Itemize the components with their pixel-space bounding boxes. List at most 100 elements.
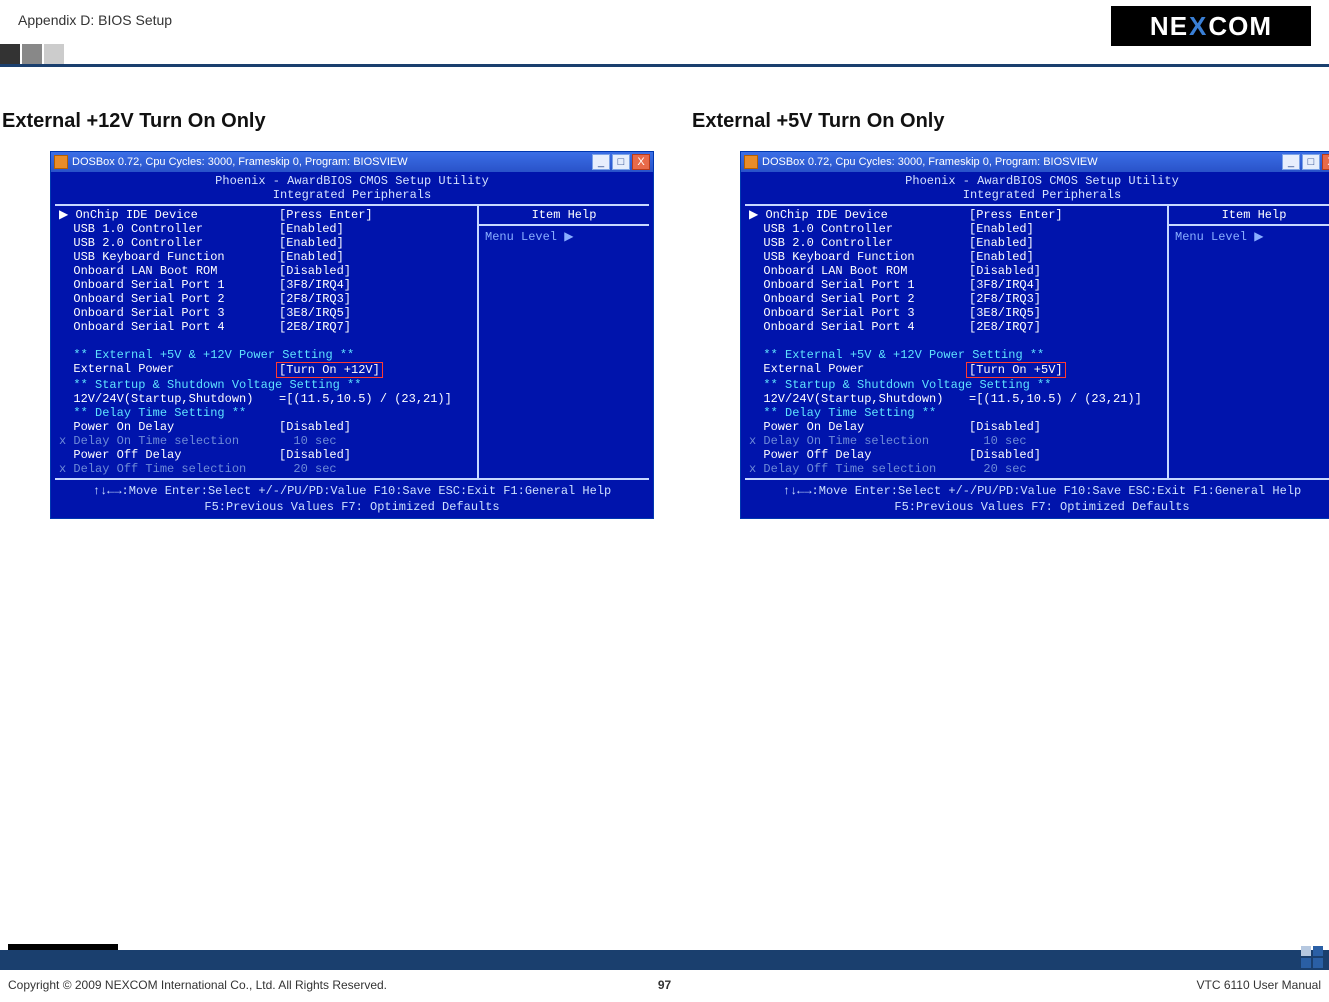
bios-value: [Press Enter] [279, 208, 373, 222]
bios-item[interactable]: Onboard LAN Boot ROM [59, 264, 279, 278]
bios-value: [3F8/IRQ4] [279, 278, 351, 292]
tab-marker-icon [0, 44, 20, 64]
bios-item[interactable]: Onboard Serial Port 1 [59, 278, 279, 292]
bios-item[interactable]: USB Keyboard Function [749, 250, 969, 264]
bios-value: [Enabled] [279, 236, 344, 250]
logo-text: COM [1208, 11, 1272, 42]
minimize-button[interactable]: _ [1282, 154, 1300, 170]
logo-text: NE [1150, 11, 1188, 42]
bios-item[interactable]: Onboard Serial Port 3 [749, 306, 969, 320]
bios-item-disabled: Delay On Time selection [59, 434, 279, 448]
section-title-left: External +12V Turn On Only [2, 110, 622, 133]
bios-item[interactable]: Onboard Serial Port 2 [59, 292, 279, 306]
manual-title: VTC 6110 User Manual [1197, 978, 1322, 992]
bios-value: [3E8/IRQ5] [969, 306, 1041, 320]
bios-value: 10 sec [969, 434, 1027, 448]
bios-item[interactable]: Onboard Serial Port 1 [749, 278, 969, 292]
bios-value-highlighted[interactable]: [Turn On +12V] [276, 362, 383, 378]
bios-footer-help: F5:Previous Values F7: Optimized Default… [745, 498, 1329, 514]
bios-item[interactable]: Onboard Serial Port 4 [59, 320, 279, 334]
bios-value-highlighted[interactable]: [Turn On +5V] [966, 362, 1066, 378]
bios-footer-help: ↑↓←→:Move Enter:Select +/-/PU/PD:Value F… [55, 482, 649, 498]
maximize-button[interactable]: □ [1302, 154, 1320, 170]
bios-item[interactable]: Onboard Serial Port 2 [749, 292, 969, 306]
bios-item[interactable]: Onboard LAN Boot ROM [749, 264, 969, 278]
bios-value: [Enabled] [279, 250, 344, 264]
bios-section-header: ** Startup & Shutdown Voltage Setting ** [749, 378, 1051, 392]
bios-item[interactable]: USB 1.0 Controller [749, 222, 969, 236]
bios-item[interactable]: Onboard Serial Port 3 [59, 306, 279, 320]
bios-left-pane[interactable]: OnChip IDE Device[Press Enter] USB 1.0 C… [745, 206, 1169, 478]
bios-item[interactable]: OnChip IDE Device [749, 208, 969, 222]
bios-section-header: ** External +5V & +12V Power Setting ** [59, 348, 354, 362]
maximize-button[interactable]: □ [612, 154, 630, 170]
bios-value: [2F8/IRQ3] [969, 292, 1041, 306]
bios-subtitle: Integrated Peripherals [55, 188, 649, 202]
bios-item-disabled: Delay Off Time selection [749, 462, 969, 476]
bios-item[interactable]: USB Keyboard Function [59, 250, 279, 264]
header-rule [0, 64, 1329, 67]
bios-item[interactable]: 12V/24V(Startup,Shutdown) [59, 392, 279, 406]
bios-item[interactable]: Onboard Serial Port 4 [749, 320, 969, 334]
menu-level: Menu Level ▶ [485, 230, 643, 244]
header-tabs [0, 44, 66, 64]
bios-footer-help: F5:Previous Values F7: Optimized Default… [55, 498, 649, 514]
bios-value: [Press Enter] [969, 208, 1063, 222]
bios-item[interactable]: OnChip IDE Device [59, 208, 279, 222]
logo-cross-icon: X [1188, 11, 1208, 42]
bios-section-header: ** Delay Time Setting ** [59, 406, 246, 420]
bios-item-disabled: Delay Off Time selection [59, 462, 279, 476]
bios-footer-help: ↑↓←→:Move Enter:Select +/-/PU/PD:Value F… [745, 482, 1329, 498]
window-title: DOSBox 0.72, Cpu Cycles: 3000, Frameskip… [72, 156, 408, 168]
dosbox-window-right: DOSBox 0.72, Cpu Cycles: 3000, Frameskip… [740, 151, 1329, 519]
menu-level: Menu Level ▶ [1175, 230, 1329, 244]
bios-item[interactable]: Power On Delay [749, 420, 969, 434]
minimize-button[interactable]: _ [592, 154, 610, 170]
close-button[interactable]: X [1322, 154, 1329, 170]
bios-value: [2E8/IRQ7] [969, 320, 1041, 334]
window-title: DOSBox 0.72, Cpu Cycles: 3000, Frameskip… [762, 156, 1098, 168]
bios-value: [Disabled] [279, 420, 351, 434]
bios-item[interactable]: USB 2.0 Controller [749, 236, 969, 250]
item-help-title: Item Help [1169, 206, 1329, 226]
dosbox-icon [54, 155, 68, 169]
bios-value: [3F8/IRQ4] [969, 278, 1041, 292]
bios-value: [2F8/IRQ3] [279, 292, 351, 306]
bios-section-header: ** External +5V & +12V Power Setting ** [749, 348, 1044, 362]
bios-value: 20 sec [969, 462, 1027, 476]
bios-item[interactable]: Power On Delay [59, 420, 279, 434]
bios-value: [Disabled] [279, 264, 351, 278]
footer-squares-icon [1301, 946, 1323, 968]
bios-section-header: ** Startup & Shutdown Voltage Setting ** [59, 378, 361, 392]
bios-value: [Enabled] [969, 222, 1034, 236]
bios-item[interactable]: Power Off Delay [59, 448, 279, 462]
bios-title: Phoenix - AwardBIOS CMOS Setup Utility [55, 174, 649, 188]
bios-value: [Disabled] [279, 448, 351, 462]
dosbox-icon [744, 155, 758, 169]
bios-value: 10 sec [279, 434, 337, 448]
tab-marker-icon [22, 44, 42, 64]
nexcom-logo-top: NEXCOM [1111, 6, 1311, 46]
bios-help-pane: Item Help Menu Level ▶ [479, 206, 649, 478]
bios-left-pane[interactable]: OnChip IDE Device[Press Enter] USB 1.0 C… [55, 206, 479, 478]
close-button[interactable]: X [632, 154, 650, 170]
bios-item-external-power[interactable]: External Power [749, 362, 969, 378]
bios-value: [2E8/IRQ7] [279, 320, 351, 334]
page-number: 97 [658, 978, 671, 992]
bios-value: [Disabled] [969, 264, 1041, 278]
bios-value: =[(11.5,10.5) / (23,21)] [969, 392, 1142, 406]
bios-item-external-power[interactable]: External Power [59, 362, 279, 378]
bios-item[interactable]: USB 2.0 Controller [59, 236, 279, 250]
bios-section-header: ** Delay Time Setting ** [749, 406, 936, 420]
bios-value: [Disabled] [969, 420, 1041, 434]
bios-value: [Enabled] [279, 222, 344, 236]
bios-item[interactable]: 12V/24V(Startup,Shutdown) [749, 392, 969, 406]
bios-value: [Enabled] [969, 250, 1034, 264]
bios-title: Phoenix - AwardBIOS CMOS Setup Utility [745, 174, 1329, 188]
bios-item[interactable]: Power Off Delay [749, 448, 969, 462]
bios-subtitle: Integrated Peripherals [745, 188, 1329, 202]
bios-item[interactable]: USB 1.0 Controller [59, 222, 279, 236]
bios-value: [Disabled] [969, 448, 1041, 462]
copyright-text: Copyright © 2009 NEXCOM International Co… [8, 978, 387, 992]
section-title-right: External +5V Turn On Only [692, 110, 1312, 133]
